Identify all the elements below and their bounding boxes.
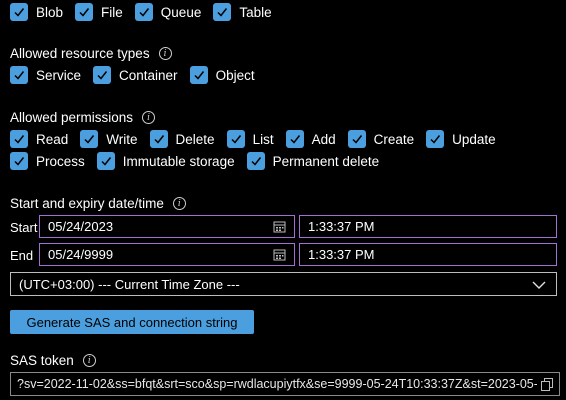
checkbox-label: Queue — [160, 4, 202, 20]
end-time-input[interactable]: 1:33:37 PM — [299, 243, 557, 266]
checkbox-label: Read — [36, 131, 69, 147]
checkbox-object[interactable]: Object — [189, 66, 255, 84]
checkbox-label: Create — [373, 131, 415, 147]
checkmark-icon — [10, 130, 28, 148]
checkbox-write[interactable]: Write — [80, 130, 138, 148]
checkmark-icon — [285, 130, 304, 148]
checkbox-label: Delete — [175, 131, 215, 147]
permissions-heading: Allowed permissions i — [10, 110, 156, 125]
checkbox-permanent-delete[interactable]: Permanent delete — [246, 152, 380, 170]
timezone-dropdown[interactable]: (UTC+03:00) --- Current Time Zone --- — [10, 272, 557, 296]
checkbox-label: List — [252, 131, 274, 147]
checkmark-icon — [10, 3, 28, 21]
checkmark-icon — [96, 152, 115, 170]
checkbox-label: Immutable storage — [122, 153, 235, 169]
checkmark-icon — [426, 130, 445, 148]
checkbox-label: Permanent delete — [272, 153, 380, 169]
end-label: End — [10, 248, 34, 263]
calendar-icon[interactable] — [273, 220, 286, 236]
sas-token-title: SAS token — [10, 353, 74, 368]
end-date-value: 05/24/9999 — [48, 247, 114, 262]
end-date-input[interactable]: 05/24/9999 — [39, 243, 295, 266]
info-icon[interactable]: i — [142, 111, 156, 124]
sas-token-field[interactable]: ?sv=2022-11-02&ss=bfqt&srt=sco&sp=rwdlac… — [10, 372, 560, 396]
permissions-row-1: Read Write Delete List Add Create Update — [10, 130, 506, 148]
start-time-value: 1:33:37 PM — [308, 219, 375, 234]
info-icon[interactable]: i — [82, 354, 96, 367]
checkbox-create[interactable]: Create — [347, 130, 415, 148]
checkbox-update[interactable]: Update — [426, 130, 496, 148]
checkbox-table[interactable]: Table — [213, 3, 272, 21]
copy-icon[interactable] — [541, 378, 553, 394]
end-time-value: 1:33:37 PM — [308, 247, 375, 262]
checkbox-label: Container — [119, 67, 178, 83]
checkbox-label: Process — [36, 153, 85, 169]
checkbox-file[interactable]: File — [75, 3, 123, 21]
checkbox-read[interactable]: Read — [10, 130, 68, 148]
start-time-input[interactable]: 1:33:37 PM — [299, 215, 557, 238]
resource-types-row: Service Container Object — [10, 66, 265, 84]
checkbox-queue[interactable]: Queue — [134, 3, 202, 21]
checkmark-icon — [10, 66, 28, 84]
start-date-value: 05/24/2023 — [48, 219, 114, 234]
checkbox-label: Update — [452, 131, 496, 147]
chevron-down-icon — [532, 278, 546, 293]
info-icon[interactable]: i — [158, 47, 172, 60]
checkmark-icon — [246, 152, 265, 170]
checkbox-service[interactable]: Service — [10, 66, 81, 84]
checkbox-process[interactable]: Process — [10, 152, 85, 170]
datetime-heading: Start and expiry date/time i — [10, 196, 186, 211]
sas-token-heading: SAS token i — [10, 353, 96, 368]
checkbox-delete[interactable]: Delete — [149, 130, 215, 148]
permissions-title: Allowed permissions — [10, 110, 134, 125]
checkmark-icon — [93, 66, 112, 84]
services-row: Blob File Queue Table — [10, 3, 282, 21]
checkbox-immutable-storage[interactable]: Immutable storage — [96, 152, 235, 170]
datetime-title: Start and expiry date/time — [10, 196, 164, 211]
permissions-row-2: Process Immutable storage Permanent dele… — [10, 152, 389, 170]
checkmark-icon — [80, 130, 99, 148]
checkbox-label: File — [101, 4, 123, 20]
checkbox-container[interactable]: Container — [93, 66, 178, 84]
checkbox-blob[interactable]: Blob — [10, 3, 63, 21]
checkbox-label: Service — [36, 67, 82, 83]
start-date-input[interactable]: 05/24/2023 — [39, 215, 295, 238]
checkbox-add[interactable]: Add — [285, 130, 336, 148]
start-label: Start — [10, 220, 38, 235]
checkmark-icon — [226, 130, 245, 148]
checkbox-list[interactable]: List — [226, 130, 274, 148]
checkmark-icon — [149, 130, 168, 148]
info-icon[interactable]: i — [172, 197, 186, 210]
resource-types-title: Allowed resource types — [10, 46, 150, 61]
checkbox-label: Object — [215, 67, 255, 83]
checkbox-label: Write — [106, 131, 138, 147]
resource-types-heading: Allowed resource types i — [10, 46, 172, 61]
calendar-icon[interactable] — [273, 248, 286, 264]
checkmark-icon — [347, 130, 366, 148]
checkmark-icon — [75, 3, 94, 21]
checkmark-icon — [213, 3, 232, 21]
timezone-value: (UTC+03:00) --- Current Time Zone --- — [19, 276, 240, 292]
checkmark-icon — [189, 66, 208, 84]
checkbox-label: Table — [239, 4, 272, 20]
checkbox-label: Add — [311, 131, 336, 147]
generate-sas-button[interactable]: Generate SAS and connection string — [10, 310, 254, 334]
checkmark-icon — [10, 152, 28, 170]
sas-token-value[interactable]: ?sv=2022-11-02&ss=bfqt&srt=sco&sp=rwdlac… — [17, 377, 537, 391]
checkbox-label: Blob — [36, 4, 64, 20]
checkmark-icon — [134, 3, 153, 21]
